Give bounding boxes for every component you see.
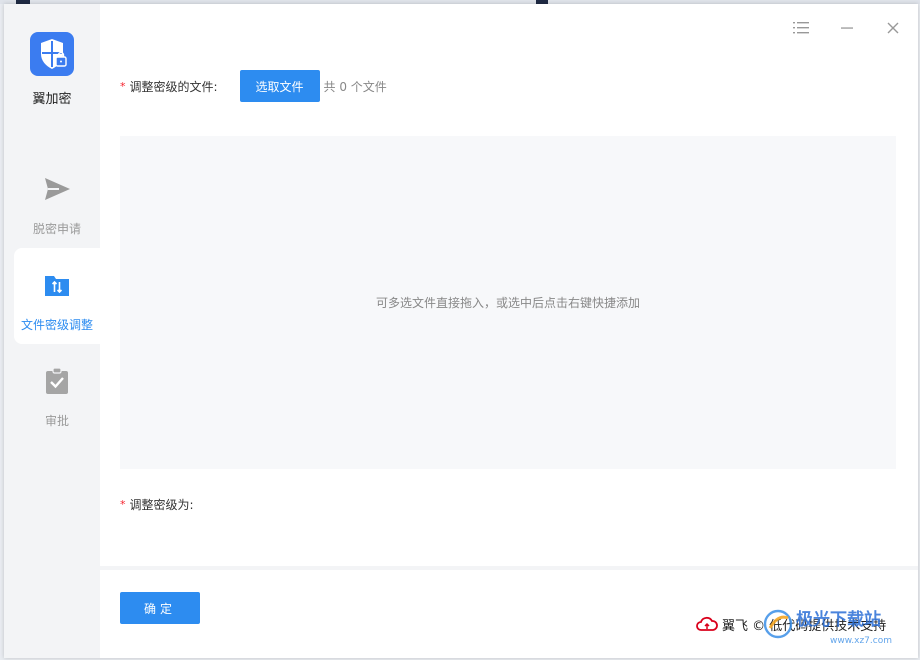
close-icon[interactable]: [883, 18, 903, 38]
app-window: 翼加密 脱密申请 文件密级调整 审批 * 调整密级的文件: 选取文件 共 0 个…: [4, 4, 918, 658]
cloud-logo-icon: [696, 616, 718, 632]
minimize-icon[interactable]: [837, 18, 857, 38]
level-field-row: * 调整密级为:: [120, 494, 194, 514]
app-name: 翼加密: [32, 92, 72, 107]
shield-lock-logo-icon: [30, 32, 74, 76]
sidebar: 翼加密 脱密申请 文件密级调整 审批: [4, 4, 100, 658]
sidebar-item-file-level-adjust[interactable]: 文件密级调整: [14, 248, 100, 344]
pick-file-button[interactable]: 选取文件: [239, 70, 320, 102]
file-count: 共 0 个文件: [323, 79, 387, 94]
required-mark: *: [120, 497, 126, 511]
confirm-button[interactable]: 确定: [120, 592, 200, 624]
brand: 翼加密: [4, 32, 100, 107]
folder-transfer-icon: [42, 270, 72, 300]
send-icon: [42, 174, 72, 204]
powered-by-text: 翼飞 © 低代码提供技术支持: [722, 618, 887, 634]
powered-by: 翼飞 © 低代码提供技术支持: [696, 614, 886, 634]
level-field-label: 调整密级为:: [129, 497, 194, 512]
sidebar-item-approval[interactable]: 审批: [14, 344, 100, 440]
sidebar-item-label: 审批: [44, 414, 69, 428]
file-field-row: * 调整密级的文件: 选取文件 共 0 个文件: [120, 70, 387, 102]
dropzone-hint: 可多选文件直接拖入，或选中后点击右键快捷添加: [375, 296, 640, 310]
required-mark: *: [120, 79, 126, 93]
clipboard-check-icon: [42, 366, 72, 396]
sidebar-item-declassify-request[interactable]: 脱密申请: [14, 152, 100, 248]
footer-divider: [100, 566, 918, 570]
file-field-label: 调整密级的文件:: [129, 79, 218, 94]
file-dropzone[interactable]: 可多选文件直接拖入，或选中后点击右键快捷添加: [120, 136, 896, 469]
menu-icon[interactable]: [791, 18, 811, 38]
sidebar-item-label: 文件密级调整: [20, 318, 93, 332]
sidebar-item-label: 脱密申请: [32, 222, 81, 236]
